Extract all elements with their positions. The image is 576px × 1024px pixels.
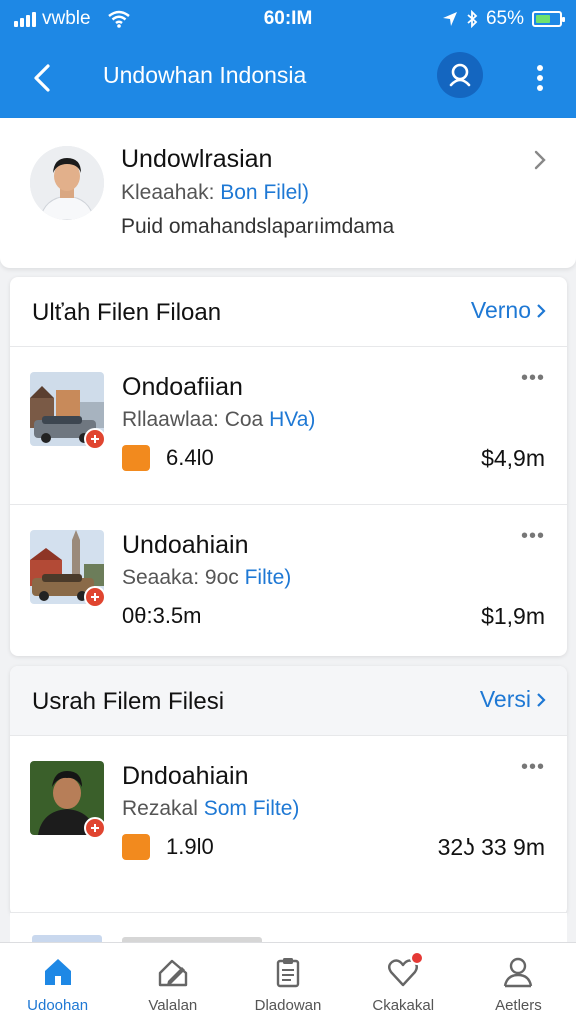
list-item[interactable]: Undoahiain Seaaka: 9oc Filte) 0θ:3.5m $1…	[10, 505, 567, 656]
status-bar: vwble 60:IM 65%	[0, 0, 576, 38]
profile-sub-label: Kleaahak:	[121, 181, 215, 204]
section-link-label: Verno	[470, 297, 531, 323]
item-price: $1,9m	[481, 603, 545, 629]
profile-sub-link[interactable]: Bon Filel)	[220, 181, 309, 204]
item-sub-label: Seaaka: 9oc	[122, 566, 239, 589]
section-header: Ulťah Filen Filoan Verno	[10, 277, 567, 347]
item-subtitle: Rllaawlaa: Coa HVa)	[122, 408, 315, 432]
item-subtitle: Rezakal Som Filte)	[122, 797, 299, 821]
item-title: Undoahiain	[122, 531, 249, 559]
tab-ckakakal[interactable]: Ckakakal	[346, 943, 461, 1024]
item-count: 0θ:3.5m	[122, 603, 202, 628]
section-card-2: Usrah Filem Filesi Versi Dndoahiain Reza…	[10, 666, 567, 916]
item-count: 1.9l0	[166, 834, 214, 859]
location-icon	[442, 12, 457, 26]
badge-icon	[84, 817, 106, 839]
tab-label: Dladowan	[254, 997, 322, 1014]
badge-icon	[84, 428, 106, 450]
section-see-more-link[interactable]: Versi	[480, 686, 547, 713]
item-sub-link[interactable]: Som Filte)	[204, 797, 300, 820]
chevron-right-icon	[537, 303, 546, 318]
section-title: Ulťah Filen Filoan	[32, 299, 222, 326]
chevron-left-icon	[34, 64, 50, 92]
profile-description: Puid omahandslaparıimdama	[121, 215, 395, 238]
bluetooth-icon	[467, 10, 478, 28]
section-title: Usrah Filem Filesi	[32, 688, 225, 715]
item-title: Dndoahiain	[122, 762, 249, 790]
avatar	[30, 146, 104, 220]
tab-aetlers[interactable]: Aetlers	[461, 943, 576, 1024]
tag-icon	[122, 834, 150, 860]
chevron-right-icon[interactable]	[530, 148, 550, 172]
list-item[interactable]: Dndoahiain Rezakal Som Filte) 1.9l0 32ʖ …	[10, 736, 567, 894]
list-item[interactable]: Ondoafiian Rllaawlaa: Coa HVa) 6.4l0 $4,…	[10, 347, 567, 505]
tab-dladowan[interactable]: Dladowan	[230, 943, 345, 1024]
search-button[interactable]	[437, 52, 483, 98]
bottom-tab-bar: Udoohan Valalan Dladowan Ckakakal Aetler…	[0, 942, 576, 1024]
item-price: $4,9m	[481, 445, 545, 471]
user-icon	[504, 957, 533, 988]
item-count: 6.4l0	[166, 445, 214, 470]
clipboard-icon	[276, 958, 300, 988]
item-thumbnail	[30, 530, 106, 608]
more-menu-button[interactable]	[526, 58, 554, 98]
more-horizontal-icon[interactable]: •••	[521, 525, 545, 548]
battery-percent: 65%	[485, 8, 524, 29]
item-title: Ondoafiian	[122, 373, 243, 401]
item-sub-label: Rllaawlaa: Coa	[122, 408, 264, 431]
item-left-value: 6.4l0	[122, 445, 214, 471]
chevron-right-icon	[537, 692, 546, 707]
profile-card[interactable]: Undowlrasian Kleaahak: Bon Filel) Puid o…	[0, 118, 576, 268]
battery-icon	[532, 11, 565, 27]
tab-label: Valalan	[148, 997, 198, 1014]
section-card-1: Ulťah Filen Filoan Verno Ondoafiian Rlla…	[10, 277, 567, 656]
tab-home[interactable]: Udoohan	[0, 943, 115, 1024]
notification-badge	[410, 951, 425, 965]
more-vertical-icon	[537, 65, 543, 91]
back-button[interactable]	[26, 58, 66, 98]
item-left-value: 0θ:3.5m	[122, 603, 202, 629]
section-see-more-link[interactable]: Verno	[471, 297, 547, 324]
item-sub-link[interactable]: HVa)	[269, 408, 315, 431]
item-thumbnail	[30, 372, 106, 450]
more-horizontal-icon[interactable]: •••	[521, 367, 545, 390]
page-title: Undowhan Indonsia	[103, 62, 307, 88]
badge-icon	[84, 586, 106, 608]
item-subtitle: Seaaka: 9oc Filte)	[122, 566, 291, 590]
folder-edit-icon	[158, 959, 187, 987]
profile-subtitle: Kleaahak: Bon Filel)	[121, 181, 309, 205]
section-link-label: Versi	[479, 686, 531, 712]
app-bar: Undowhan Indonsia	[0, 38, 576, 118]
item-sub-label: Rezakal	[122, 797, 198, 820]
tab-label: Udoohan	[27, 997, 89, 1014]
home-icon	[44, 959, 71, 985]
item-sub-link[interactable]: Filte)	[245, 566, 292, 589]
heart-icon-wrap	[386, 951, 425, 989]
person-photo	[30, 146, 104, 220]
tab-label: Ckakakal	[372, 997, 435, 1014]
status-right: 65%	[442, 8, 565, 30]
tab-label: Aetlers	[495, 997, 542, 1014]
item-thumbnail	[30, 761, 106, 839]
tab-valalan[interactable]: Valalan	[115, 943, 230, 1024]
more-horizontal-icon[interactable]: •••	[521, 756, 545, 779]
tag-icon	[122, 445, 150, 471]
item-left-value: 1.9l0	[122, 834, 214, 860]
item-price: 32ʖ 33 9m	[437, 834, 545, 860]
search-icon	[449, 63, 471, 87]
section-header: Usrah Filem Filesi Versi	[10, 666, 567, 736]
profile-name: Undowlrasian	[121, 145, 273, 173]
